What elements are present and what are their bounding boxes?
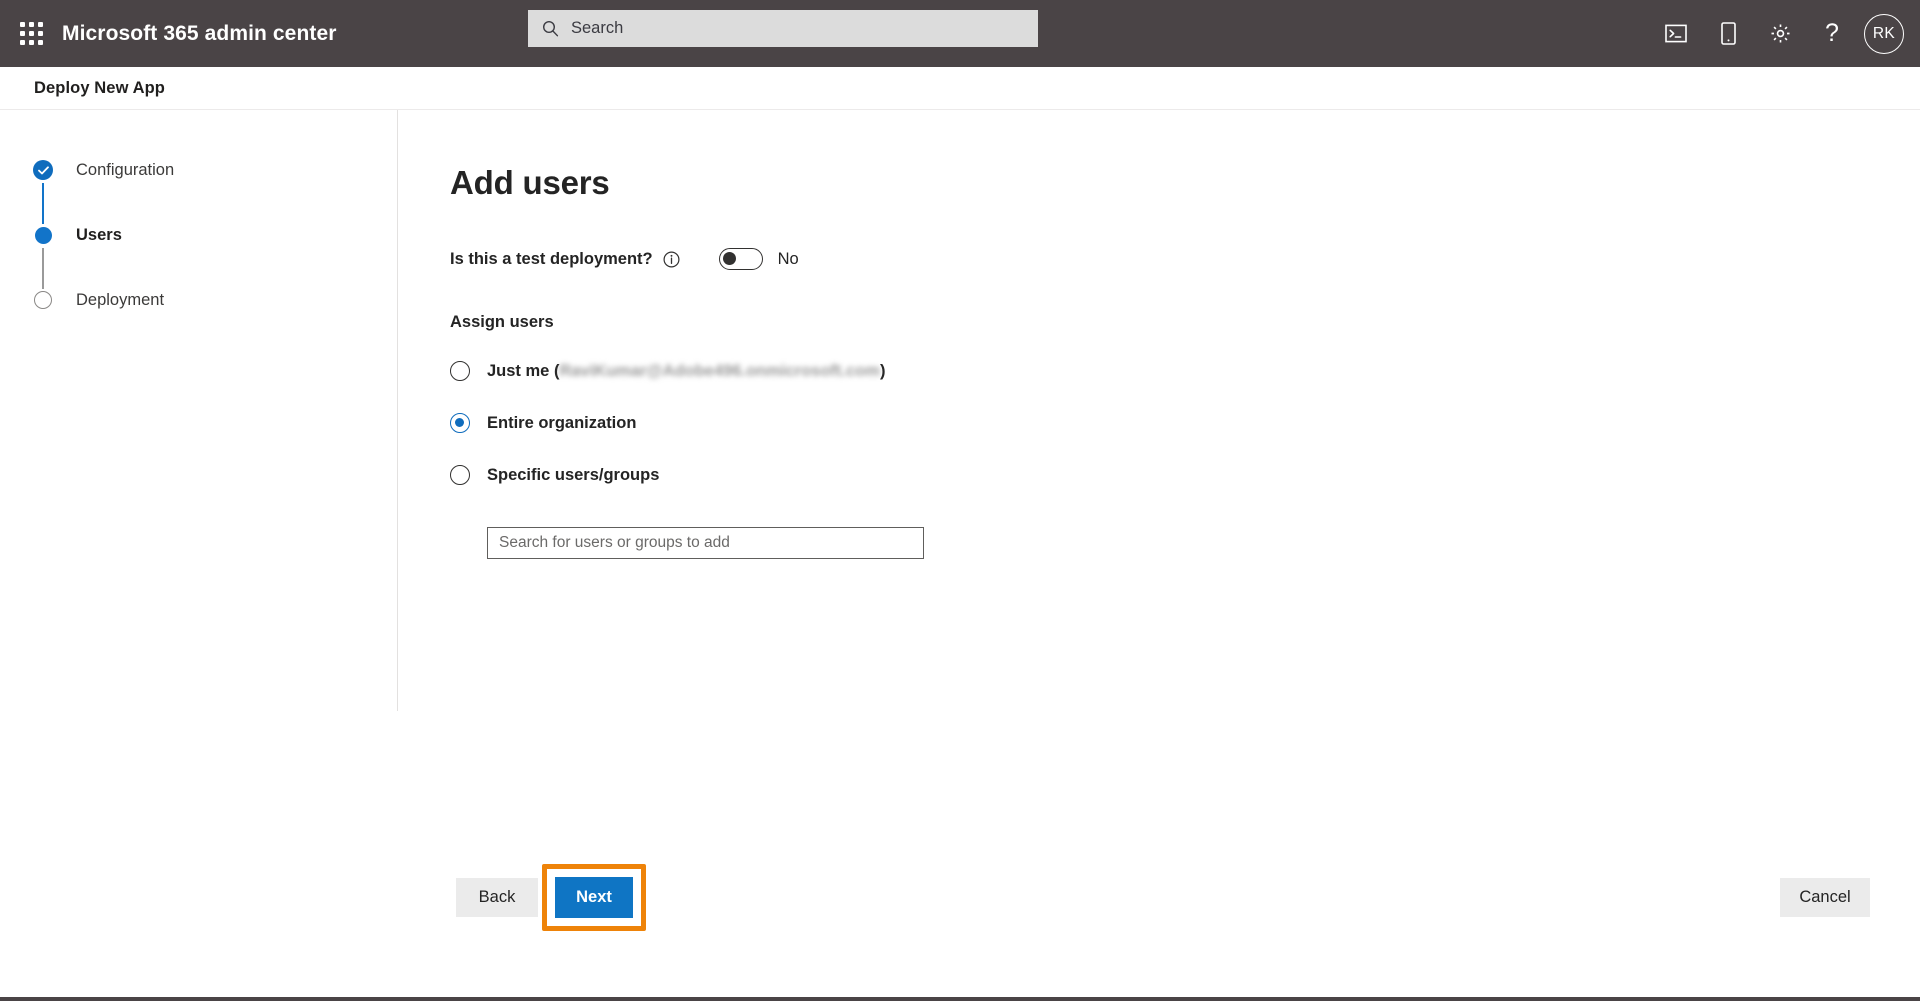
gear-icon[interactable] [1754,0,1806,67]
search-icon [542,20,559,37]
empty-circle-icon [34,291,52,309]
test-deployment-toggle[interactable] [718,248,763,270]
radio-option-specific-users-groups[interactable]: Specific users/groups [450,465,1920,485]
radio-icon [450,465,470,485]
step-marker-configuration [32,159,54,181]
sidebar-item-label: Configuration [76,160,175,179]
global-search[interactable] [528,10,1038,47]
info-icon[interactable] [663,250,680,268]
radio-label: Entire organization [487,413,637,432]
content-heading: Add users [450,164,610,201]
app-launcher-button[interactable] [0,0,62,67]
user-group-search-input[interactable] [487,527,924,559]
toggle-knob [722,252,736,265]
toggle-state-label: No [777,249,799,268]
sidebar-item-users[interactable]: Users [32,223,398,247]
suite-bar: Microsoft 365 admin center Search ? RK [0,0,1920,67]
radio-icon [450,413,470,433]
sidebar-item-configuration[interactable]: Configuration [32,158,398,182]
help-icon[interactable]: ? [1806,0,1858,67]
wizard-footer: Back Next Cancel [0,863,1920,931]
filled-circle-icon [34,226,52,244]
sidebar-item-deployment[interactable]: Deployment [32,288,398,312]
next-button[interactable]: Next [555,876,633,918]
page-header: Deploy New App [0,67,1920,110]
page-title: Deploy New App [34,78,165,97]
next-button-highlight: Next [542,863,646,931]
step-marker-users [32,224,54,246]
step-marker-deployment [32,289,54,311]
cancel-button[interactable]: Cancel [1780,877,1870,917]
back-button[interactable]: Back [456,877,538,917]
radio-option-entire-organization[interactable]: Entire organization [450,413,1920,433]
wizard-sidebar: Configuration Users Deployment [0,110,398,997]
page-body: Configuration Users Deployment Add users… [0,110,1920,997]
suite-actions: ? RK [1650,0,1920,67]
redacted-email: RaviKumar@Adobe496.onmicrosoft.com [559,361,880,380]
radio-label-suffix: ) [879,361,886,380]
check-circle-icon [33,160,53,180]
wizard-steps: Configuration Users Deployment [0,158,398,312]
radio-icon [450,361,470,381]
avatar[interactable]: RK [1864,13,1904,54]
sidebar-item-label: Deployment [76,290,165,309]
sidebar-item-label: Users [76,225,122,244]
radio-label-text: Just me ( [487,361,560,380]
suite-title[interactable]: Microsoft 365 admin center [62,22,337,46]
search-input[interactable] [571,10,1024,47]
radio-option-just-me[interactable]: Just me (RaviKumar@Adobe496.onmicrosoft.… [450,361,1920,381]
radio-label: Just me (RaviKumar@Adobe496.onmicrosoft.… [487,362,885,381]
test-deployment-label: Is this a test deployment? [450,249,653,268]
radio-label: Specific users/groups [487,465,660,484]
test-deployment-row: Is this a test deployment? No [450,248,1920,270]
waffle-icon [19,22,43,45]
assign-users-label: Assign users [450,313,554,331]
cloud-shell-icon[interactable] [1650,0,1702,67]
mobile-device-icon[interactable] [1702,0,1754,67]
admin-center-page: Microsoft 365 admin center Search ? RK D… [0,0,1920,1001]
